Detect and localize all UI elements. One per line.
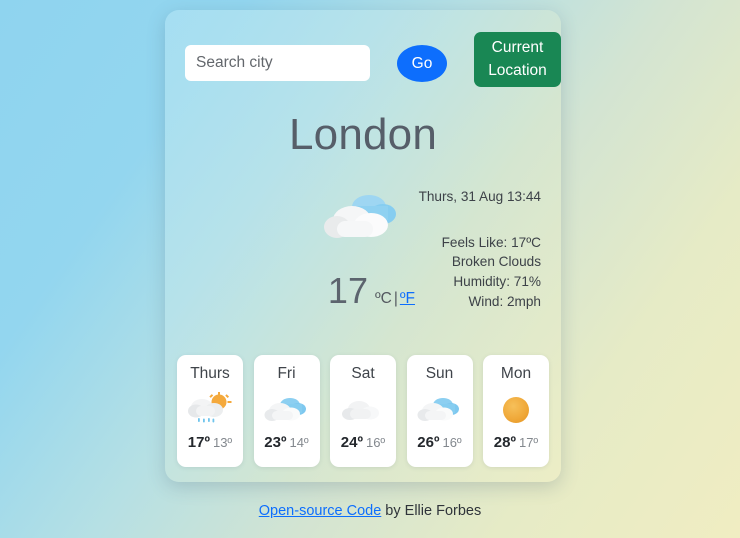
forecast-temp-min: 13º	[212, 435, 233, 450]
current-location-button[interactable]: Current Location	[474, 32, 561, 87]
forecast-temps: 17º 13º	[188, 434, 232, 452]
forecast-card: Sun 26º 16º	[406, 355, 473, 467]
footer: Open-source Code by Ellie Forbes	[0, 503, 740, 519]
weather-details: Thurs, 31 Aug 13:44 Feels Like: 17ºC Bro…	[311, 187, 541, 312]
forecast-day: Thurs	[190, 365, 230, 382]
forecast-temp-min: 16º	[365, 435, 386, 450]
open-source-code-link[interactable]: Open-source Code	[259, 503, 382, 519]
forecast-card: Sat 24º 16º	[330, 355, 396, 467]
forecast-day: Mon	[500, 365, 532, 382]
sun-icon	[493, 392, 539, 426]
forecast-temp-min: 16º	[442, 435, 462, 450]
footer-credit: by Ellie Forbes	[381, 503, 482, 519]
forecast-temps: 24º 16º	[341, 434, 385, 452]
current-conditions: 17 ºC | ºF Thurs, 31 Aug 13:44 Feels Like:…	[165, 175, 561, 320]
forecast-day: Sat	[351, 365, 375, 382]
weather-description: Broken Clouds	[451, 254, 541, 270]
forecast-temp-max: 28º	[493, 434, 516, 451]
cloud-icon	[340, 392, 386, 426]
go-button[interactable]: Go	[397, 45, 447, 82]
forecast-day: Fri	[277, 365, 296, 382]
forecast-card: Mon 28º 17º	[483, 355, 549, 467]
forecast-temp-max: 17º	[187, 434, 210, 451]
feels-like: Feels Like: 17ºC	[441, 234, 541, 250]
wind: Wind: 2mph	[468, 293, 541, 309]
forecast-temp-min: 14º	[289, 435, 309, 450]
humidity: Humidity: 71%	[453, 274, 541, 290]
search-input[interactable]	[185, 45, 370, 81]
forecast-temps: 23º 14º	[264, 434, 308, 452]
forecast-temps: 28º 17º	[494, 434, 538, 452]
weather-app-card: Go Current Location London 17 ºC|	[165, 10, 561, 482]
search-row: Go Current Location	[185, 32, 561, 96]
forecast-card: Fri 23º 14º	[253, 355, 320, 467]
forecast-temp-max: 26º	[417, 434, 440, 451]
broken-clouds-icon	[264, 392, 310, 426]
forecast-temp-min: 17º	[518, 435, 539, 450]
forecast-temps: 26º 16º	[417, 434, 461, 452]
forecast-day: Sun	[425, 365, 454, 382]
forecast-temp-max: 23º	[264, 434, 287, 451]
city-name: London	[288, 110, 438, 159]
forecast-temp-max: 24º	[340, 434, 363, 451]
forecast-card: Thurs 17º 13º	[177, 355, 243, 467]
current-datetime: Thurs, 31 Aug 13:44	[418, 189, 541, 204]
broken-clouds-icon	[417, 392, 463, 426]
forecast-row: Thurs 17º 13º Fri 23º 14º Sat 24º 16º Su…	[177, 355, 549, 467]
sun-cloud-rain-icon	[187, 392, 233, 426]
